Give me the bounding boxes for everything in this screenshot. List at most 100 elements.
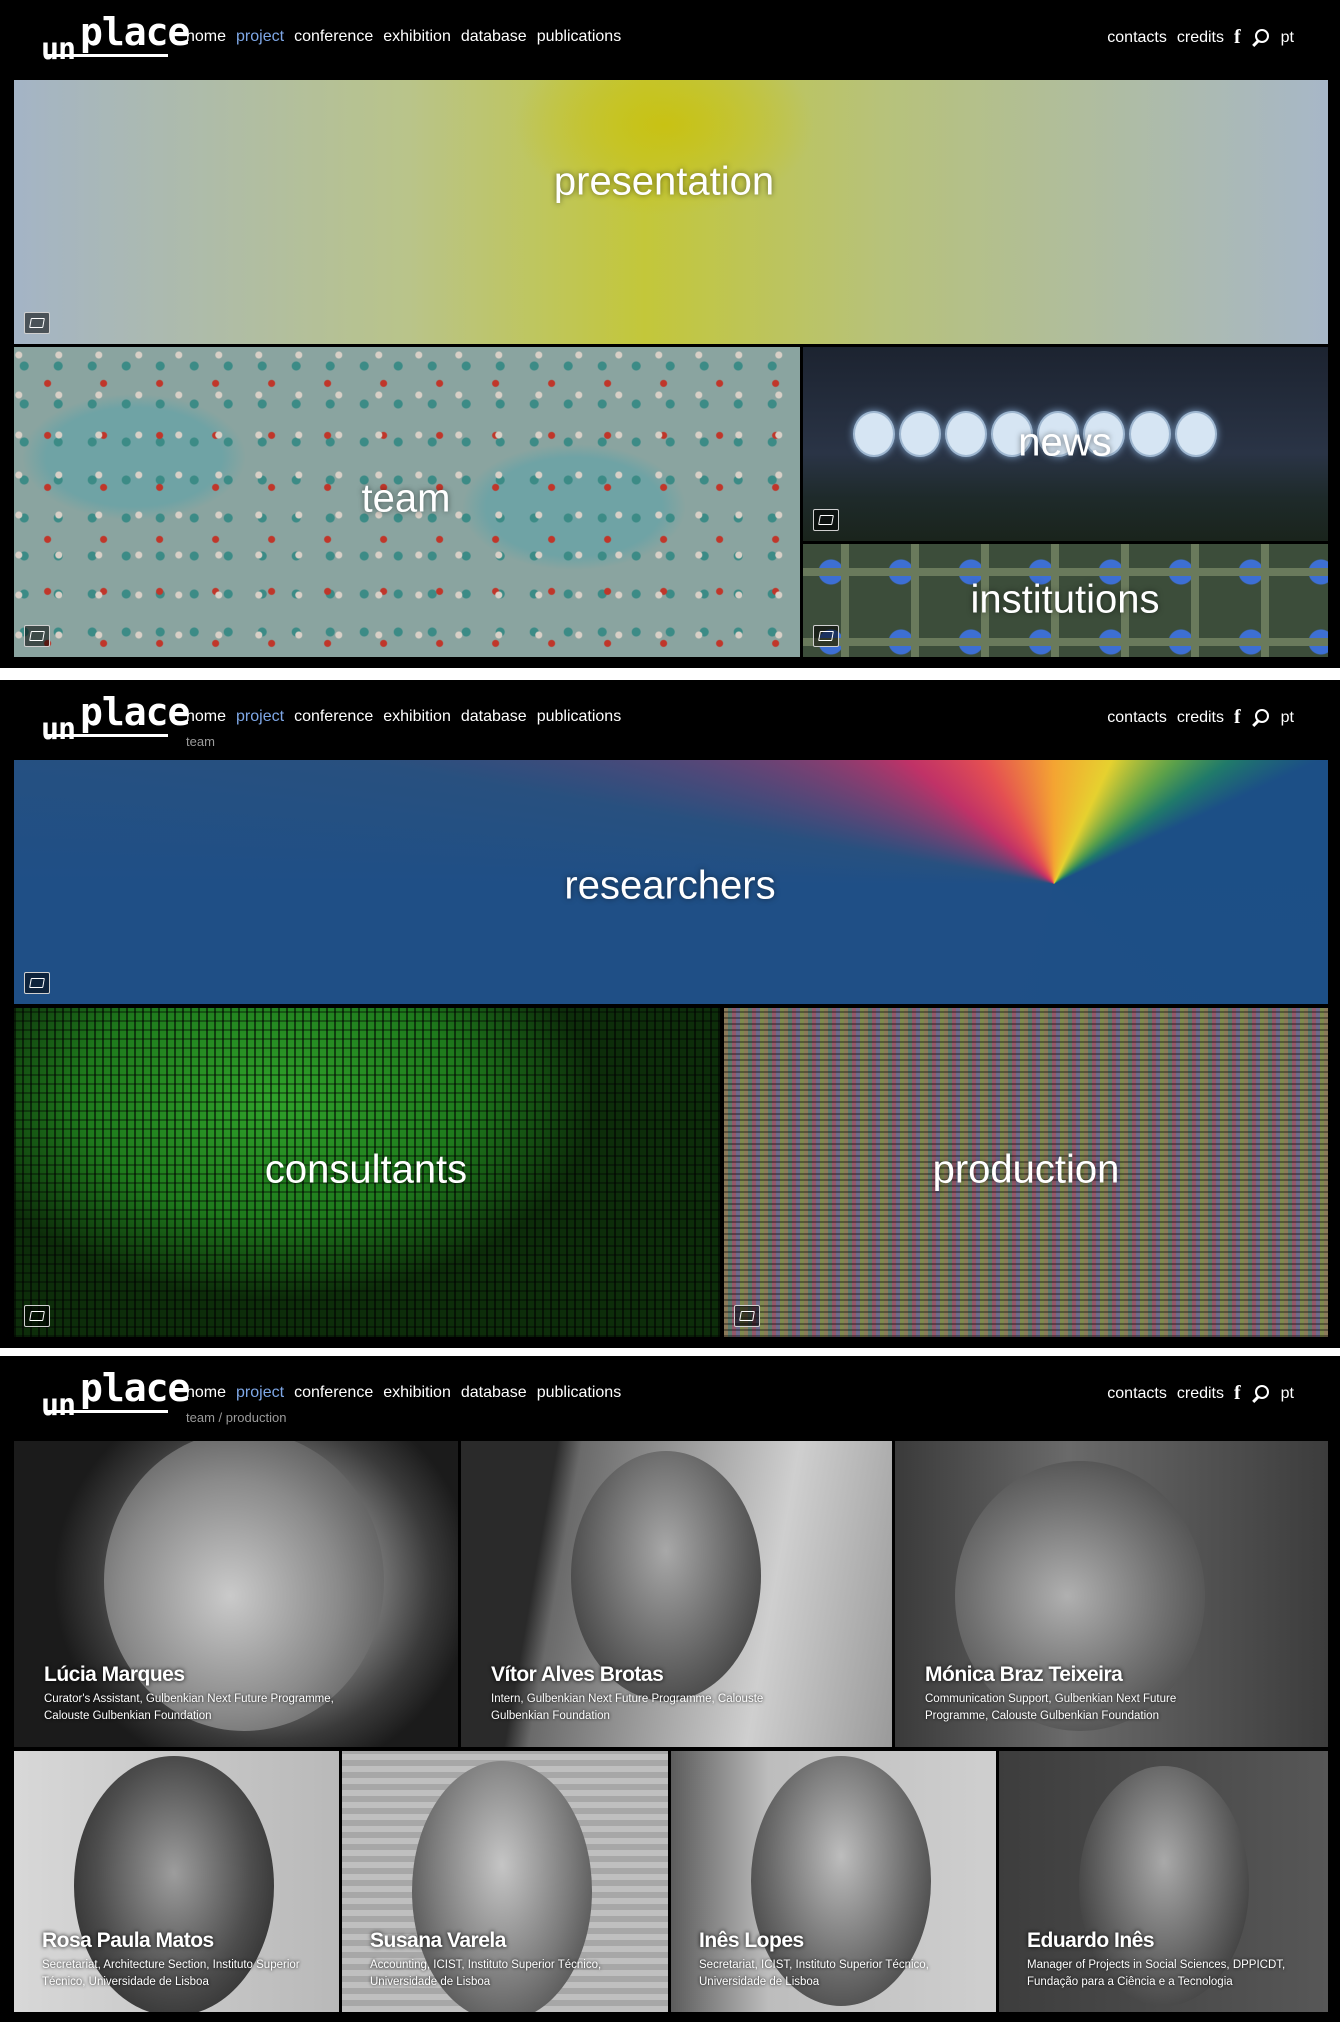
right-menu: contacts credits f pt bbox=[1107, 26, 1294, 49]
search-icon[interactable] bbox=[1251, 28, 1271, 48]
person-card[interactable]: Mónica Braz Teixeira Communication Suppo… bbox=[895, 1441, 1328, 1747]
nav-credits[interactable]: credits bbox=[1177, 1385, 1224, 1403]
nav-contacts[interactable]: contacts bbox=[1107, 1385, 1167, 1403]
nav-conference[interactable]: conference bbox=[294, 1384, 373, 1402]
facebook-icon[interactable]: f bbox=[1234, 706, 1241, 729]
nav-database[interactable]: database bbox=[461, 28, 527, 46]
nav-publications[interactable]: publications bbox=[537, 1384, 622, 1402]
gallery-icon[interactable] bbox=[24, 1305, 50, 1327]
nav-conference[interactable]: conference bbox=[294, 28, 373, 46]
breadcrumb[interactable]: team / production bbox=[186, 1410, 286, 1425]
logo-prefix: un bbox=[41, 712, 76, 747]
gallery-icon[interactable] bbox=[734, 1305, 760, 1327]
person-name: Lúcia Marques bbox=[44, 1663, 185, 1686]
language-switch[interactable]: pt bbox=[1281, 1385, 1294, 1403]
nav-contacts[interactable]: contacts bbox=[1107, 29, 1167, 47]
right-menu: contacts credits f pt bbox=[1107, 1382, 1294, 1405]
nav-home[interactable]: home bbox=[186, 28, 226, 46]
person-card[interactable]: Vítor Alves Brotas Intern, Gulbenkian Ne… bbox=[461, 1441, 892, 1747]
gallery-icon[interactable] bbox=[24, 972, 50, 994]
person-name: Rosa Paula Matos bbox=[42, 1929, 214, 1952]
logo-main: place bbox=[80, 690, 190, 734]
person-name: Vítor Alves Brotas bbox=[491, 1663, 664, 1686]
person-role: Secretariat, Architecture Section, Insti… bbox=[42, 1959, 300, 1988]
nav-exhibition[interactable]: exhibition bbox=[383, 28, 451, 46]
tile-team[interactable]: team bbox=[14, 347, 800, 657]
person-card[interactable]: Rosa Paula Matos Secretariat, Architectu… bbox=[14, 1751, 339, 2012]
nav-publications[interactable]: publications bbox=[537, 28, 622, 46]
person-role: Manager of Projects in Social Sciences, … bbox=[1027, 1959, 1286, 1988]
top-nav: un place home project conference exhibit… bbox=[0, 0, 1340, 80]
nav-exhibition[interactable]: exhibition bbox=[383, 1384, 451, 1402]
logo-underline bbox=[44, 1410, 168, 1413]
tile-team-label: team bbox=[361, 476, 451, 521]
gallery-icon[interactable] bbox=[24, 312, 50, 334]
person-role: Intern, Gulbenkian Next Future Programme… bbox=[491, 1693, 764, 1722]
person-card[interactable]: Susana Varela Accounting, ICIST, Institu… bbox=[342, 1751, 668, 2012]
portrait-photo bbox=[104, 1441, 384, 1731]
screen-production: un place home project conference exhibit… bbox=[0, 1356, 1340, 2022]
unplace-logo[interactable]: un place bbox=[38, 10, 190, 67]
tile-institutions-label: institutions bbox=[970, 577, 1160, 622]
nav-database[interactable]: database bbox=[461, 1384, 527, 1402]
gallery-icon[interactable] bbox=[24, 625, 50, 647]
main-menu: home project conference exhibition datab… bbox=[186, 28, 621, 46]
unplace-logo[interactable]: un place bbox=[38, 690, 190, 747]
logo-underline bbox=[44, 734, 168, 737]
nav-home[interactable]: home bbox=[186, 1384, 226, 1402]
nav-project[interactable]: project bbox=[236, 1384, 284, 1402]
tile-production-label: production bbox=[932, 1147, 1120, 1192]
person-role: Secretariat, ICIST, Instituto Superior T… bbox=[699, 1959, 929, 1988]
gallery-icon[interactable] bbox=[813, 625, 839, 647]
main-menu: home project conference exhibition datab… bbox=[186, 708, 621, 726]
logo-prefix: un bbox=[41, 32, 76, 67]
unplace-logo[interactable]: un place bbox=[38, 1366, 190, 1423]
search-icon[interactable] bbox=[1251, 1384, 1271, 1404]
tile-consultants[interactable]: consultants bbox=[14, 1008, 720, 1337]
person-name: Eduardo Inês bbox=[1027, 1929, 1155, 1952]
screen-team: un place home project conference exhibit… bbox=[0, 680, 1340, 1348]
nav-credits[interactable]: credits bbox=[1177, 709, 1224, 727]
tile-news[interactable]: news bbox=[803, 347, 1328, 541]
top-nav: un place home project conference exhibit… bbox=[0, 1356, 1340, 1436]
tile-news-label: news bbox=[1018, 420, 1112, 465]
nav-contacts[interactable]: contacts bbox=[1107, 709, 1167, 727]
nav-publications[interactable]: publications bbox=[537, 708, 622, 726]
screen-project: un place home project conference exhibit… bbox=[0, 0, 1340, 668]
tile-researchers-label: researchers bbox=[564, 863, 776, 908]
person-card[interactable]: Lúcia Marques Curator's Assistant, Gulbe… bbox=[14, 1441, 458, 1747]
person-name: Mónica Braz Teixeira bbox=[925, 1663, 1123, 1686]
breadcrumb[interactable]: team bbox=[186, 734, 215, 749]
search-icon[interactable] bbox=[1251, 708, 1271, 728]
nav-home[interactable]: home bbox=[186, 708, 226, 726]
logo-main: place bbox=[80, 10, 190, 54]
logo-prefix: un bbox=[41, 1388, 76, 1423]
language-switch[interactable]: pt bbox=[1281, 29, 1294, 47]
top-nav: un place home project conference exhibit… bbox=[0, 680, 1340, 760]
person-role: Accounting, ICIST, Instituto Superior Té… bbox=[370, 1959, 602, 1988]
tile-institutions[interactable]: institutions bbox=[803, 544, 1328, 657]
facebook-icon[interactable]: f bbox=[1234, 26, 1241, 49]
right-menu: contacts credits f pt bbox=[1107, 706, 1294, 729]
tile-presentation[interactable]: presentation bbox=[14, 80, 1328, 344]
nav-project[interactable]: project bbox=[236, 28, 284, 46]
language-switch[interactable]: pt bbox=[1281, 709, 1294, 727]
nav-exhibition[interactable]: exhibition bbox=[383, 708, 451, 726]
main-menu: home project conference exhibition datab… bbox=[186, 1384, 621, 1402]
person-card[interactable]: Eduardo Inês Manager of Projects in Soci… bbox=[999, 1751, 1328, 2012]
tile-researchers[interactable]: researchers bbox=[14, 760, 1328, 1004]
person-role: Communication Support, Gulbenkian Next F… bbox=[925, 1693, 1177, 1722]
facebook-icon[interactable]: f bbox=[1234, 1382, 1241, 1405]
nav-project[interactable]: project bbox=[236, 708, 284, 726]
gallery-icon[interactable] bbox=[813, 509, 839, 531]
person-name: Inês Lopes bbox=[699, 1929, 804, 1952]
logo-main: place bbox=[80, 1366, 190, 1410]
nav-credits[interactable]: credits bbox=[1177, 29, 1224, 47]
tile-production[interactable]: production bbox=[724, 1008, 1328, 1337]
nav-conference[interactable]: conference bbox=[294, 708, 373, 726]
nav-database[interactable]: database bbox=[461, 708, 527, 726]
tile-consultants-label: consultants bbox=[264, 1147, 468, 1192]
tile-presentation-label: presentation bbox=[553, 159, 775, 204]
person-card[interactable]: Inês Lopes Secretariat, ICIST, Instituto… bbox=[671, 1751, 996, 2012]
logo-underline bbox=[44, 54, 168, 57]
